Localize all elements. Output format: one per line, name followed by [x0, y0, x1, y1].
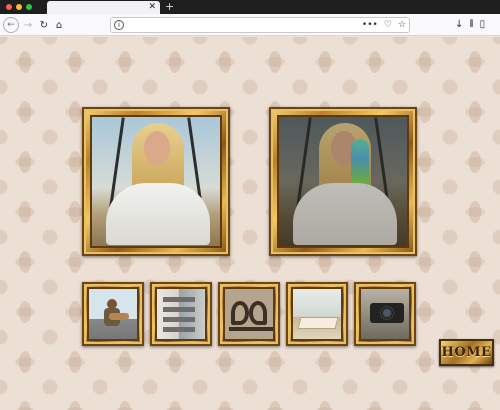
- nav-bar: ← → ↻ ⌂ i ••• ♡ ☆ ↓ ⫴ ▯: [0, 14, 500, 36]
- reload-icon[interactable]: ↻: [36, 17, 52, 33]
- forward-icon[interactable]: →: [20, 17, 36, 33]
- close-window-button[interactable]: [6, 4, 12, 10]
- window-controls: [6, 4, 32, 10]
- bookmark-star-icon[interactable]: ☆: [398, 18, 406, 32]
- maximize-window-button[interactable]: [26, 4, 32, 10]
- photo-original[interactable]: [82, 107, 230, 256]
- thumb-guitarist[interactable]: [82, 282, 144, 346]
- info-icon[interactable]: i: [114, 20, 124, 30]
- more-icon[interactable]: •••: [362, 18, 378, 32]
- library-icon[interactable]: ⫴: [469, 17, 473, 33]
- home-button[interactable]: HOME: [439, 339, 494, 366]
- gallery-page: [0, 37, 500, 410]
- url-bar[interactable]: i ••• ♡ ☆: [110, 17, 410, 33]
- tab-bar: ✕ +: [0, 0, 500, 14]
- thumb-building[interactable]: [150, 282, 212, 346]
- back-icon[interactable]: ←: [3, 17, 19, 33]
- close-tab-icon[interactable]: ✕: [148, 1, 156, 14]
- thumb-iron-scroll[interactable]: [218, 282, 280, 346]
- home-icon[interactable]: ⌂: [51, 17, 67, 33]
- pocket-icon[interactable]: ♡: [384, 18, 392, 32]
- new-tab-button[interactable]: +: [165, 0, 174, 14]
- download-icon[interactable]: ↓: [455, 17, 463, 33]
- browser-tab[interactable]: ✕: [47, 1, 160, 14]
- photo-edited[interactable]: [269, 107, 417, 256]
- thumb-open-book[interactable]: [286, 282, 348, 346]
- minimize-window-button[interactable]: [16, 4, 22, 10]
- sidebar-icon[interactable]: ▯: [480, 17, 486, 33]
- thumb-camera[interactable]: [354, 282, 416, 346]
